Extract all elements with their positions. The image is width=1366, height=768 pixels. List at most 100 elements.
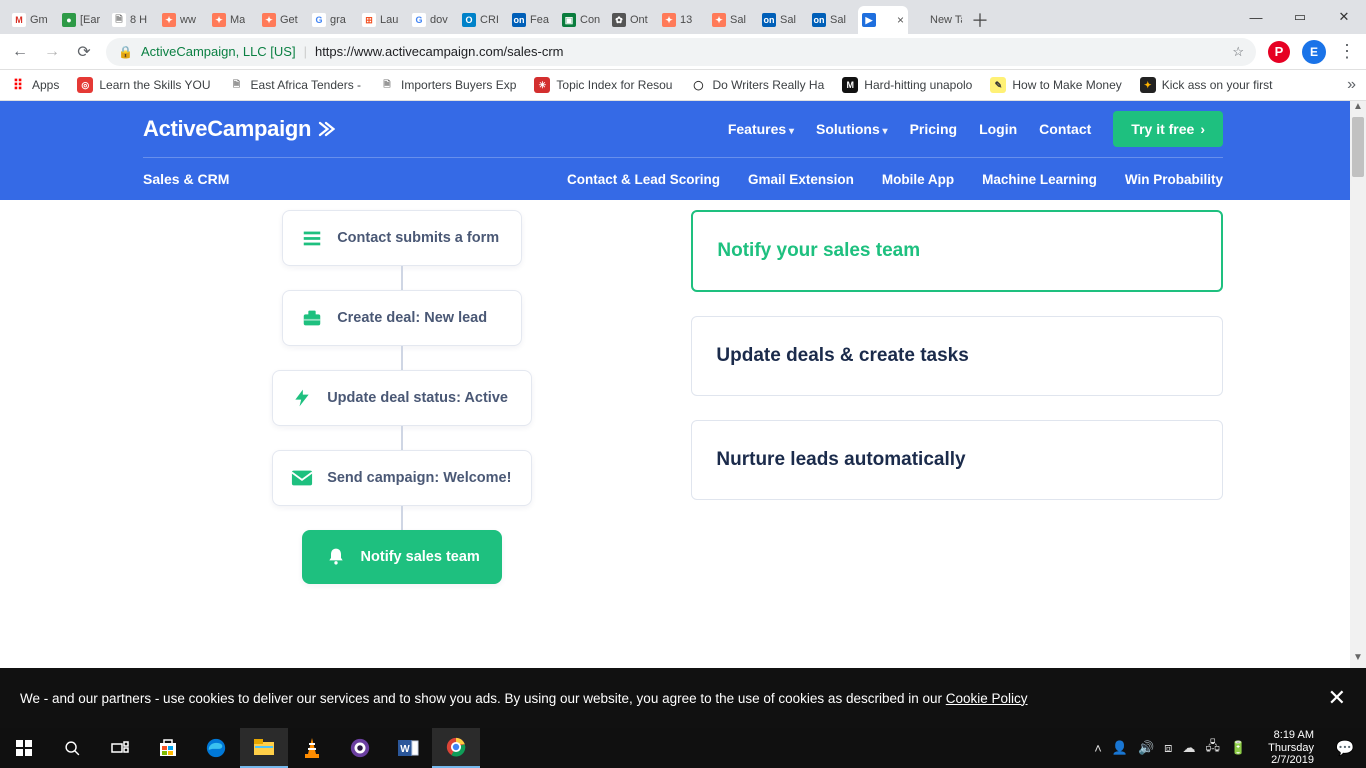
bookmark-item[interactable]: ◎Learn the Skills YOU bbox=[77, 77, 210, 93]
subnav-scoring[interactable]: Contact & Lead Scoring bbox=[567, 172, 720, 187]
taskbar-chrome-icon[interactable] bbox=[432, 728, 480, 768]
favicon: ▣ bbox=[562, 13, 576, 27]
profile-avatar[interactable]: E bbox=[1302, 40, 1326, 64]
nav-pricing[interactable]: Pricing bbox=[910, 121, 957, 137]
subnav-win[interactable]: Win Probability bbox=[1125, 172, 1223, 187]
bookmark-favicon: ✎ bbox=[990, 77, 1006, 93]
favicon bbox=[912, 13, 926, 27]
tab-title: 13 bbox=[680, 14, 692, 26]
browser-tab-active[interactable]: ▶× bbox=[858, 6, 908, 34]
logo-chevron-icon bbox=[317, 120, 335, 138]
task-view-button[interactable] bbox=[96, 728, 144, 768]
favicon: ✦ bbox=[212, 13, 226, 27]
address-bar[interactable]: 🔒 ActiveCampaign, LLC [US] | https://www… bbox=[106, 38, 1256, 66]
window-minimize[interactable]: — bbox=[1234, 0, 1278, 34]
scrollbar-thumb[interactable] bbox=[1352, 117, 1364, 177]
subnav-gmail[interactable]: Gmail Extension bbox=[748, 172, 854, 187]
people-icon[interactable]: 👤 bbox=[1112, 740, 1128, 756]
onedrive-icon[interactable]: ☁ bbox=[1182, 740, 1195, 756]
flow-step-update-status: Update deal status: Active bbox=[272, 370, 532, 426]
bookmark-item[interactable]: MHard-hitting unapolo bbox=[842, 77, 972, 93]
nav-features[interactable]: Features bbox=[728, 121, 794, 137]
dropbox-icon[interactable]: ⧈ bbox=[1164, 740, 1172, 756]
taskbar-word-icon[interactable]: W bbox=[384, 728, 432, 768]
tray-chevron-up-icon[interactable]: ˄ bbox=[1094, 741, 1102, 756]
taskbar-clock[interactable]: 8:19 AM Thursday 2/7/2019 bbox=[1258, 729, 1324, 767]
page-scrollbar[interactable]: ▲ ▼ bbox=[1350, 101, 1366, 668]
browser-toolbar: ← → ⟳ 🔒 ActiveCampaign, LLC [US] | https… bbox=[0, 34, 1366, 70]
scroll-down-icon[interactable]: ▼ bbox=[1350, 652, 1366, 668]
favicon: ✿ bbox=[612, 13, 626, 27]
bookmark-star-icon[interactable]: ☆ bbox=[1232, 44, 1244, 60]
bookmark-item[interactable]: ✳Topic Index for Resou bbox=[534, 77, 672, 93]
pinterest-extension-icon[interactable]: P bbox=[1268, 41, 1290, 63]
scroll-up-icon[interactable]: ▲ bbox=[1350, 101, 1366, 117]
chrome-menu-icon[interactable]: ⋮ bbox=[1338, 41, 1356, 62]
browser-tab[interactable]: OCRI bbox=[458, 6, 508, 34]
nav-login[interactable]: Login bbox=[979, 121, 1017, 137]
browser-tab[interactable]: ✦Ma bbox=[208, 6, 258, 34]
card-nurture-leads[interactable]: Nurture leads automatically bbox=[691, 420, 1223, 500]
browser-tab[interactable]: onFea bbox=[508, 6, 558, 34]
nav-contact[interactable]: Contact bbox=[1039, 121, 1091, 137]
newtab-button[interactable]: ＋ bbox=[966, 6, 994, 34]
browser-tab[interactable]: 🗎8 H bbox=[108, 6, 158, 34]
taskbar-store-icon[interactable] bbox=[144, 728, 192, 768]
card-update-deals[interactable]: Update deals & create tasks bbox=[691, 316, 1223, 396]
try-free-button[interactable]: Try it free › bbox=[1113, 111, 1223, 147]
favicon: ⊞ bbox=[362, 13, 376, 27]
browser-tab[interactable]: onSal bbox=[808, 6, 858, 34]
nav-solutions[interactable]: Solutions bbox=[816, 121, 888, 137]
subnav-ml[interactable]: Machine Learning bbox=[982, 172, 1097, 187]
bookmark-item[interactable]: ✎How to Make Money bbox=[990, 77, 1121, 93]
taskbar-explorer-icon[interactable] bbox=[240, 728, 288, 768]
browser-tab[interactable]: ✦ww bbox=[158, 6, 208, 34]
favicon: ✦ bbox=[712, 13, 726, 27]
search-button[interactable] bbox=[48, 728, 96, 768]
window-close[interactable]: ✕ bbox=[1322, 0, 1366, 34]
bookmark-item[interactable]: ✦Kick ass on your first bbox=[1140, 77, 1273, 93]
browser-tab[interactable]: ✦Sal bbox=[708, 6, 758, 34]
start-button[interactable] bbox=[0, 728, 48, 768]
browser-tab[interactable]: ●[Ear bbox=[58, 6, 108, 34]
window-maximize[interactable]: ▭ bbox=[1278, 0, 1322, 34]
reload-button[interactable]: ⟳ bbox=[74, 42, 94, 62]
tab-title: dov bbox=[430, 14, 448, 26]
browser-tab[interactable]: ▣Con bbox=[558, 6, 608, 34]
bookmarks-overflow-icon[interactable]: » bbox=[1347, 76, 1356, 94]
browser-tabs: MGm●[Ear🗎8 H✦ww✦Ma✦GetGgra⊞LauGdovOCRIon… bbox=[8, 0, 966, 34]
card-notify-sales[interactable]: Notify your sales team bbox=[691, 210, 1223, 292]
browser-tab[interactable]: ⊞Lau bbox=[358, 6, 408, 34]
action-center-icon[interactable]: 💬 bbox=[1324, 739, 1366, 757]
bolt-icon bbox=[291, 387, 313, 409]
browser-tab[interactable]: Ggra bbox=[308, 6, 358, 34]
subnav-mobile[interactable]: Mobile App bbox=[882, 172, 954, 187]
window-controls: — ▭ ✕ bbox=[1234, 0, 1366, 34]
taskbar-edge-icon[interactable] bbox=[192, 728, 240, 768]
browser-tab[interactable]: New Ta bbox=[908, 6, 966, 34]
forward-button[interactable]: → bbox=[42, 43, 62, 61]
taskbar-firefox-icon[interactable] bbox=[336, 728, 384, 768]
browser-tab[interactable]: ✿Ont bbox=[608, 6, 658, 34]
system-tray[interactable]: ˄ 👤 🔊 ⧈ ☁ 🖧 🔋 bbox=[1094, 737, 1258, 759]
browser-tab[interactable]: onSal bbox=[758, 6, 808, 34]
browser-tab[interactable]: Gdov bbox=[408, 6, 458, 34]
cookie-close-button[interactable]: ✕ bbox=[1328, 685, 1346, 711]
bookmark-item[interactable]: 🗎East Africa Tenders - bbox=[229, 77, 362, 93]
site-logo[interactable]: ActiveCampaign bbox=[143, 116, 335, 142]
apps-button[interactable]: ⠿ Apps bbox=[10, 77, 59, 93]
bookmark-item[interactable]: ◯Do Writers Really Ha bbox=[690, 77, 824, 93]
cookie-policy-link[interactable]: Cookie Policy bbox=[946, 691, 1028, 706]
browser-tab[interactable]: ✦13 bbox=[658, 6, 708, 34]
back-button[interactable]: ← bbox=[10, 43, 30, 61]
tab-title: 8 H bbox=[130, 14, 147, 26]
battery-icon[interactable]: 🔋 bbox=[1230, 740, 1246, 756]
close-icon[interactable]: × bbox=[897, 13, 904, 27]
network-icon[interactable]: 🖧 bbox=[1205, 737, 1220, 759]
browser-tab[interactable]: MGm bbox=[8, 6, 58, 34]
bookmark-item[interactable]: 🗎Importers Buyers Exp bbox=[379, 77, 516, 93]
browser-tab[interactable]: ✦Get bbox=[258, 6, 308, 34]
favicon: on bbox=[812, 13, 826, 27]
taskbar-vlc-icon[interactable] bbox=[288, 728, 336, 768]
speaker-icon[interactable]: 🔊 bbox=[1138, 740, 1154, 756]
